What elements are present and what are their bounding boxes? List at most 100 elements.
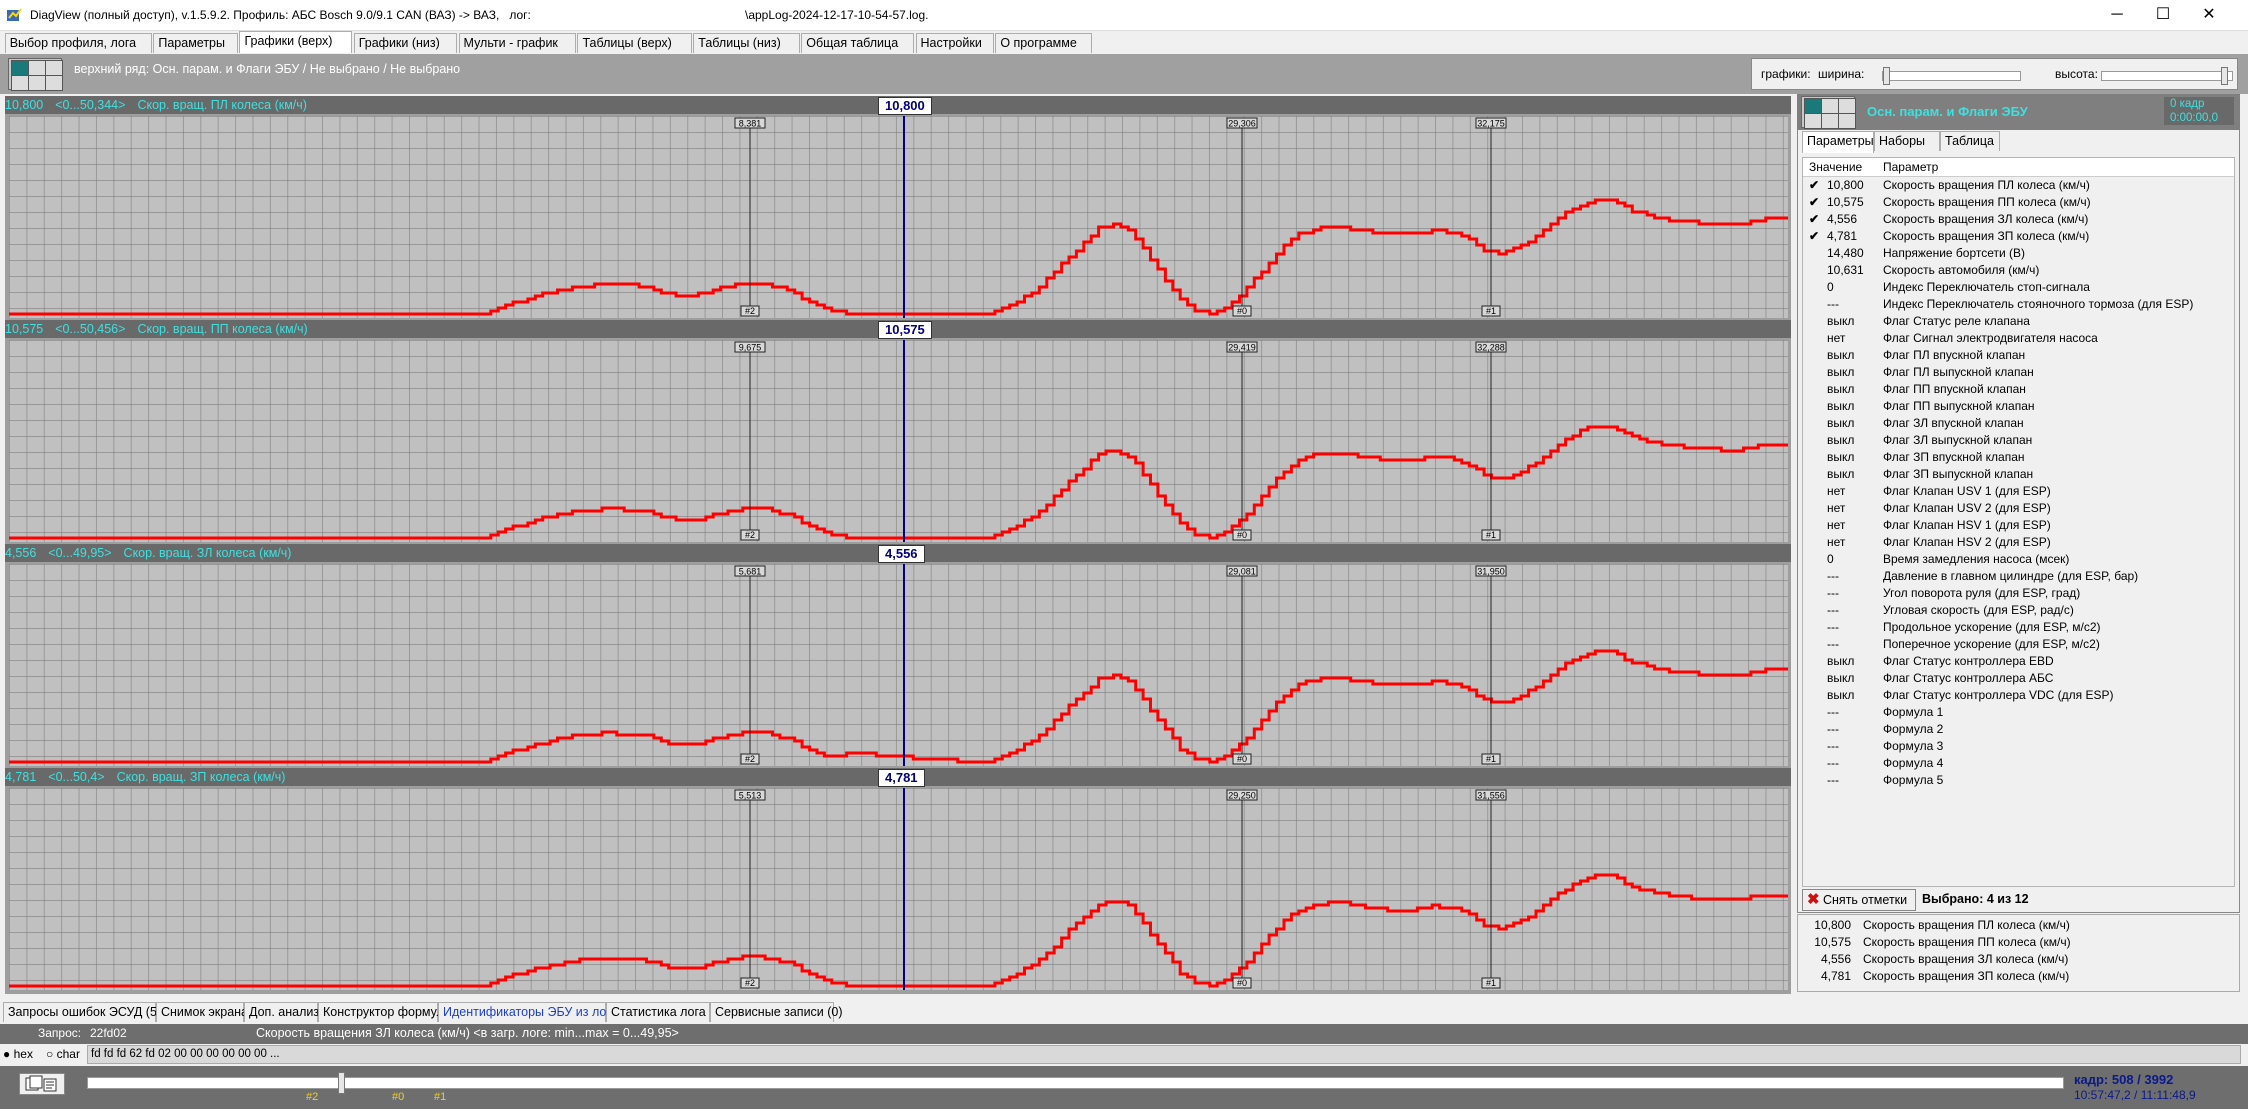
param-row[interactable]: --- Формула 5 [1803,772,2234,789]
minimize-button[interactable]: ─ [2094,0,2140,30]
close-button[interactable]: ✕ [2186,0,2232,30]
param-row[interactable]: ✔ 4,556 Скорость вращения ЗЛ колеса (км/ч) [1803,211,2234,228]
bottom-tab-3[interactable]: Конструктор формул [318,1002,444,1022]
size-controls: графики: ширина: высота: [1751,58,2238,90]
param-row[interactable]: 0 Индекс Переключатель стоп-сигнала [1803,279,2234,296]
bottom-tab-0[interactable]: Запросы ошибок ЭСУД (5) [3,1002,161,1022]
summary-value: 4,556 [1820,952,1851,966]
tab-9[interactable]: О программе [995,33,1093,53]
param-row[interactable]: --- Угловая скорость (для ESP, рад/с) [1803,602,2234,619]
chart-current-value: 4,781 [5,770,37,784]
col-value-header[interactable]: Значение [1809,158,1862,176]
chart-range: <0...50,4> [48,770,105,784]
unmark-button[interactable]: ✖ Снять отметки [1802,889,1916,911]
param-name: Индекс Переключатель стояночного тормоза… [1883,297,2194,311]
panel-tab-1[interactable]: Наборы [1874,131,1940,151]
param-row[interactable]: --- Формула 2 [1803,721,2234,738]
param-row[interactable]: выкл Флаг Статус реле клапана [1803,313,2234,330]
copy-button[interactable] [19,1073,65,1095]
param-row[interactable]: ✔ 4,781 Скорость вращения ЗП колеса (км/ч) [1803,228,2234,245]
param-row[interactable]: выкл Флаг ПЛ выпускной клапан [1803,364,2234,381]
bottom-tab-4[interactable]: Идентификаторы ЭБУ из лога [438,1002,618,1022]
check-icon[interactable]: ✔ [1809,211,1821,228]
param-row[interactable]: --- Формула 4 [1803,755,2234,772]
request-input[interactable]: 22fd02 [87,1025,242,1042]
maximize-button[interactable]: ☐ [2140,0,2186,30]
bottom-tab-2[interactable]: Доп. анализ [244,1002,319,1022]
tab-5[interactable]: Таблицы (верх) [577,33,692,53]
char-radio[interactable]: ○ char [46,1047,80,1061]
summary-name: Скорость вращения ПЛ колеса (км/ч) [1863,918,2070,932]
width-slider-thumb[interactable] [1883,67,1890,85]
param-row[interactable]: --- Угол поворота руля (для ESP, град) [1803,585,2234,602]
panel-tab-2[interactable]: Таблица [1940,131,2000,151]
chart-plot[interactable]: 8,381 #2 29,306 #0 32,175 #1 [9,116,1788,318]
col-param-header[interactable]: Параметр [1883,158,1938,176]
timeline-thumb[interactable] [338,1072,345,1094]
bottom-tab-5[interactable]: Статистика лога [606,1002,710,1022]
panel-layout-icon[interactable] [1801,96,1856,129]
param-row[interactable]: ✔ 10,575 Скорость вращения ПП колеса (км/ч… [1803,194,2234,211]
panel-tab-0[interactable]: Параметры [1802,131,1874,153]
param-row[interactable]: нет Флаг Сигнал электродвигателя насоса [1803,330,2234,347]
param-name: Индекс Переключатель стоп-сигнала [1883,280,2090,294]
check-icon[interactable]: ✔ [1809,194,1821,211]
timeline-slider[interactable] [87,1072,2064,1094]
chart-plot[interactable]: 9,675 #2 29,419 #0 32,288 #1 [9,340,1788,542]
param-row[interactable]: нет Флаг Клапан USV 2 (для ESP) [1803,500,2234,517]
param-row[interactable]: 14,480 Напряжение бортсети (В) [1803,245,2234,262]
tab-7[interactable]: Общая таблица [801,33,914,53]
param-row[interactable]: --- Давление в главном цилиндре (для ESP,… [1803,568,2234,585]
tab-4[interactable]: Мульти - график [458,33,576,53]
tab-8[interactable]: Настройки [915,33,994,53]
param-value: выкл [1827,399,1855,413]
param-row[interactable]: выкл Флаг ПЛ впускной клапан [1803,347,2234,364]
summary-row: 4,556 Скорость вращения ЗЛ колеса (км/ч) [1798,951,2238,968]
check-icon[interactable]: ✔ [1809,177,1821,194]
param-value: нет [1827,518,1846,532]
chart-svg: 8,381 #2 29,306 #0 32,175 #1 [9,116,1788,318]
param-row[interactable]: 0 Время замедления насоса (мсек) [1803,551,2234,568]
param-row[interactable]: выкл Флаг ЗЛ выпускной клапан [1803,432,2234,449]
check-icon[interactable]: ✔ [1809,228,1821,245]
chart-plot[interactable]: 5,513 #2 29,250 #0 31,556 #1 [9,788,1788,990]
param-row[interactable]: --- Формула 1 [1803,704,2234,721]
param-row[interactable]: --- Формула 3 [1803,738,2234,755]
param-row[interactable]: --- Продольное ускорение (для ESP, м/с2) [1803,619,2234,636]
layout-grid-icon[interactable] [8,58,63,91]
param-row[interactable]: --- Индекс Переключатель стояночного торм… [1803,296,2234,313]
hex-radio[interactable]: ● hex [3,1047,33,1061]
param-row[interactable]: ✔ 10,800 Скорость вращения ПЛ колеса (км/ч… [1803,177,2234,194]
window-title: DiagView (полный доступ), v.1.5.9.2. Про… [30,8,531,22]
marker-tag: #2 [745,530,755,540]
tab-6[interactable]: Таблицы (низ) [693,33,800,53]
height-slider[interactable] [2101,67,2233,85]
chart-plot[interactable]: 5,681 #2 29,081 #0 31,950 #1 [9,564,1788,766]
param-row[interactable]: выкл Флаг Статус контроллера EBD [1803,653,2234,670]
param-row[interactable]: выкл Флаг ЗП выпускной клапан [1803,466,2234,483]
width-slider[interactable] [1882,67,2021,85]
bottom-tab-6[interactable]: Сервисные записи (0) [710,1002,843,1022]
param-row[interactable]: нет Флаг Клапан HSV 2 (для ESP) [1803,534,2234,551]
tab-2[interactable]: Графики (верх) [239,31,353,53]
tab-1[interactable]: Параметры [153,33,238,53]
table-header: Значение Параметр [1803,158,2234,177]
param-row[interactable]: --- Поперечное ускорение (для ESP, м/с2) [1803,636,2234,653]
param-name: Флаг Статус реле клапана [1883,314,2030,328]
param-row[interactable]: выкл Флаг ПП впускной клапан [1803,381,2234,398]
param-row[interactable]: выкл Флаг ЗЛ впускной клапан [1803,415,2234,432]
param-row[interactable]: выкл Флаг ПП выпускной клапан [1803,398,2234,415]
param-row[interactable]: выкл Флаг ЗП впускной клапан [1803,449,2234,466]
bottom-tab-1[interactable]: Снимок экрана [156,1002,248,1022]
chart-param-name: Скор. вращ. ЗЛ колеса (км/ч) [123,546,292,560]
param-row[interactable]: 10,631 Скорость автомобиля (км/ч) [1803,262,2234,279]
tab-0[interactable]: Выбор профиля, лога [4,33,152,53]
chart-svg: 5,513 #2 29,250 #0 31,556 #1 [9,788,1788,990]
chart-range: <0...50,456> [55,322,126,336]
tab-3[interactable]: Графики (низ) [353,33,457,53]
param-row[interactable]: нет Флаг Клапан USV 1 (для ESP) [1803,483,2234,500]
height-slider-thumb[interactable] [2220,67,2228,85]
param-row[interactable]: выкл Флаг Статус контроллера АБС [1803,670,2234,687]
param-row[interactable]: нет Флаг Клапан HSV 1 (для ESP) [1803,517,2234,534]
param-row[interactable]: выкл Флаг Статус контроллера VDC (для ESP… [1803,687,2234,704]
